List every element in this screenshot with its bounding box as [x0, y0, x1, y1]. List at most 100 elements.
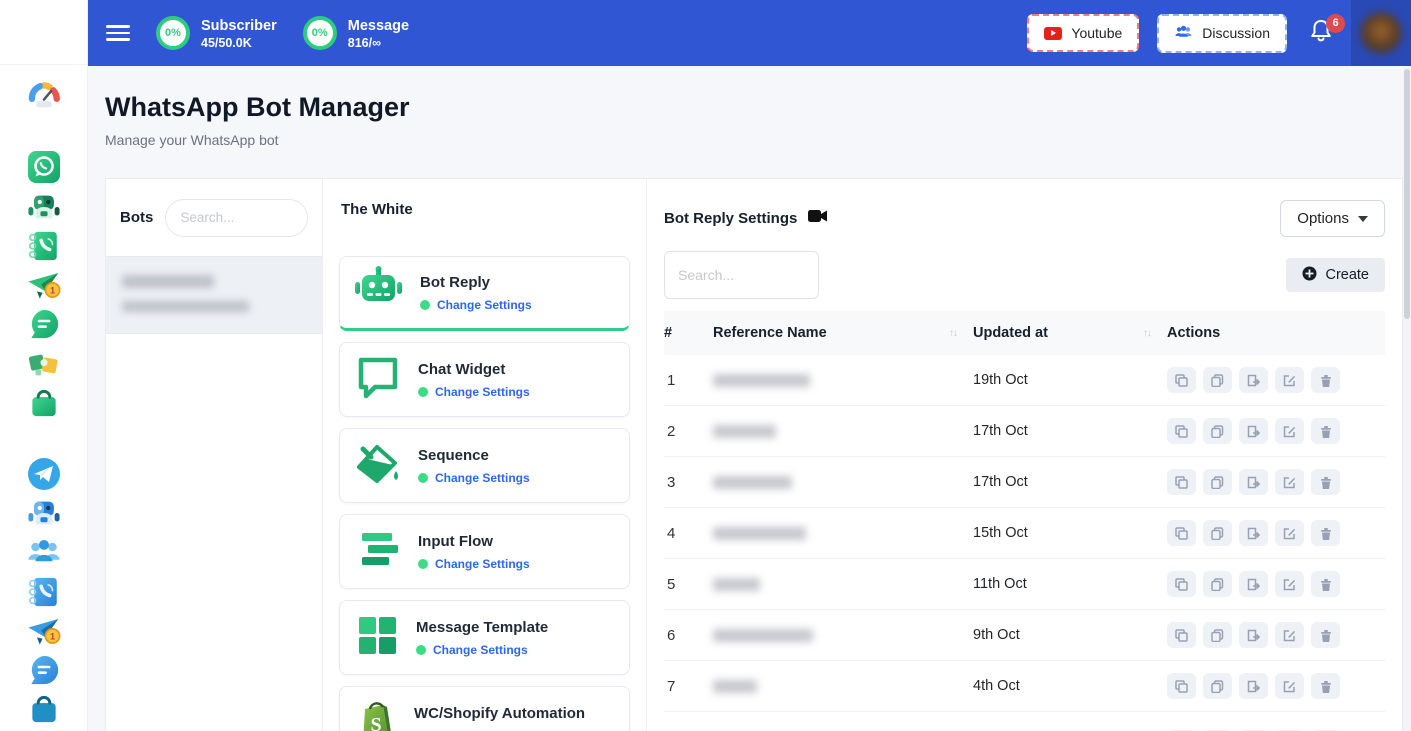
- header-updated-at[interactable]: Updated at ↑↓: [973, 325, 1167, 341]
- avatar: [1360, 12, 1402, 54]
- delete-button[interactable]: [1311, 367, 1340, 393]
- copy-button[interactable]: [1203, 520, 1232, 546]
- card-message-template[interactable]: Message Template Change Settings: [339, 600, 630, 675]
- delete-button[interactable]: [1311, 520, 1340, 546]
- export-button[interactable]: [1239, 367, 1268, 393]
- redacted-name: [713, 374, 810, 387]
- whatsapp-contacts-icon[interactable]: [26, 228, 62, 263]
- discussion-button[interactable]: Discussion: [1157, 14, 1287, 53]
- telegram-bot-icon[interactable]: [26, 496, 62, 531]
- delete-button[interactable]: [1311, 622, 1340, 648]
- row-actions: [1167, 622, 1385, 648]
- copy-button[interactable]: [1203, 418, 1232, 444]
- change-settings-link[interactable]: Change Settings: [435, 557, 530, 571]
- copy-button[interactable]: [1203, 673, 1232, 699]
- duplicate-button[interactable]: [1167, 469, 1196, 495]
- duplicate-button[interactable]: [1167, 571, 1196, 597]
- row-updated: 17th Oct: [973, 423, 1167, 439]
- delete-button[interactable]: [1311, 571, 1340, 597]
- telegram-store-icon[interactable]: [26, 692, 62, 727]
- card-title: Input Flow: [418, 533, 530, 550]
- user-menu[interactable]: [1351, 0, 1411, 66]
- telegram-group-icon[interactable]: [26, 535, 62, 570]
- dashboard-gauge-icon[interactable]: [26, 79, 62, 114]
- table-row: 1 19th Oct: [664, 355, 1385, 406]
- selected-bot-title: The White: [339, 179, 630, 256]
- duplicate-button[interactable]: [1167, 673, 1196, 699]
- header-reference-name[interactable]: Reference Name ↑↓: [713, 325, 973, 341]
- row-updated: 4th Oct: [973, 678, 1167, 694]
- change-settings-link[interactable]: Change Settings: [435, 471, 530, 485]
- whatsapp-bot-icon[interactable]: [26, 189, 62, 224]
- delete-button[interactable]: [1311, 673, 1340, 699]
- change-settings-link[interactable]: Change Settings: [437, 298, 532, 312]
- duplicate-button[interactable]: [1167, 520, 1196, 546]
- copy-button[interactable]: [1203, 469, 1232, 495]
- change-settings-link[interactable]: Change Settings: [435, 385, 530, 399]
- telegram-contacts-icon[interactable]: [26, 574, 62, 609]
- notifications-button[interactable]: 6: [1309, 18, 1333, 49]
- whatsapp-store-icon[interactable]: [26, 385, 62, 420]
- card-title: Message Template: [416, 619, 548, 636]
- edit-button[interactable]: [1275, 520, 1304, 546]
- message-stat: 0% Message 816/∞: [303, 16, 409, 50]
- card-sequence[interactable]: Sequence Change Settings: [339, 428, 630, 503]
- copy-button[interactable]: [1203, 367, 1232, 393]
- export-button[interactable]: [1239, 622, 1268, 648]
- edit-button[interactable]: [1275, 673, 1304, 699]
- chevron-down-icon: [1358, 216, 1368, 222]
- telegram-chat-icon[interactable]: [26, 652, 62, 687]
- card-chat-widget[interactable]: Chat Widget Change Settings: [339, 342, 630, 417]
- chat-widget-icon: [353, 353, 403, 406]
- edit-button[interactable]: [1275, 469, 1304, 495]
- video-tutorial-icon[interactable]: [808, 209, 828, 228]
- edit-button[interactable]: [1275, 367, 1304, 393]
- row-actions: [1167, 571, 1385, 597]
- export-button[interactable]: [1239, 520, 1268, 546]
- telegram-broadcast-icon[interactable]: 1: [26, 613, 62, 648]
- hamburger-menu-icon[interactable]: [106, 21, 130, 45]
- svg-text:1: 1: [49, 286, 54, 296]
- delete-button[interactable]: [1311, 418, 1340, 444]
- export-button[interactable]: [1239, 469, 1268, 495]
- copy-button[interactable]: [1203, 622, 1232, 648]
- youtube-button[interactable]: Youtube: [1027, 14, 1139, 52]
- scrollbar-thumb[interactable]: [1404, 69, 1410, 319]
- row-updated: 11th Oct: [973, 576, 1167, 592]
- redacted-name: [713, 476, 792, 489]
- card-bot-reply[interactable]: Bot Reply Change Settings: [339, 256, 630, 331]
- telegram-icon[interactable]: [26, 456, 62, 491]
- edit-button[interactable]: [1275, 571, 1304, 597]
- options-button[interactable]: Options: [1280, 200, 1385, 237]
- header-actions: Actions: [1167, 325, 1385, 341]
- card-input-flow[interactable]: Input Flow Change Settings: [339, 514, 630, 589]
- delete-button[interactable]: [1311, 469, 1340, 495]
- export-button[interactable]: [1239, 571, 1268, 597]
- card-wc-shopify-automation[interactable]: S WC/Shopify Automation Change Settings: [339, 686, 630, 731]
- duplicate-button[interactable]: [1167, 622, 1196, 648]
- bot-list-item-selected[interactable]: [106, 256, 322, 334]
- whatsapp-icon[interactable]: [26, 150, 62, 185]
- whatsapp-chat-icon[interactable]: [26, 307, 62, 342]
- create-button[interactable]: Create: [1286, 258, 1385, 292]
- change-settings-link[interactable]: Change Settings: [433, 643, 528, 657]
- integrations-icon[interactable]: [26, 346, 62, 381]
- row-actions: [1167, 367, 1385, 393]
- row-actions: [1167, 469, 1385, 495]
- row-actions: [1167, 673, 1385, 699]
- edit-button[interactable]: [1275, 622, 1304, 648]
- sort-icon: ↑↓: [949, 328, 957, 339]
- table-header: # Reference Name ↑↓ Updated at ↑↓ Action…: [664, 311, 1385, 355]
- notification-count-badge: 6: [1326, 14, 1345, 33]
- whatsapp-broadcast-icon[interactable]: 1: [26, 267, 62, 302]
- table-search-input[interactable]: [664, 251, 819, 299]
- duplicate-button[interactable]: [1167, 418, 1196, 444]
- export-button[interactable]: [1239, 673, 1268, 699]
- copy-button[interactable]: [1203, 571, 1232, 597]
- status-dot: [418, 473, 428, 483]
- duplicate-button[interactable]: [1167, 367, 1196, 393]
- bot-settings-panel: The White Bot Reply: [323, 179, 647, 731]
- bots-search-input[interactable]: [165, 199, 308, 237]
- edit-button[interactable]: [1275, 418, 1304, 444]
- export-button[interactable]: [1239, 418, 1268, 444]
